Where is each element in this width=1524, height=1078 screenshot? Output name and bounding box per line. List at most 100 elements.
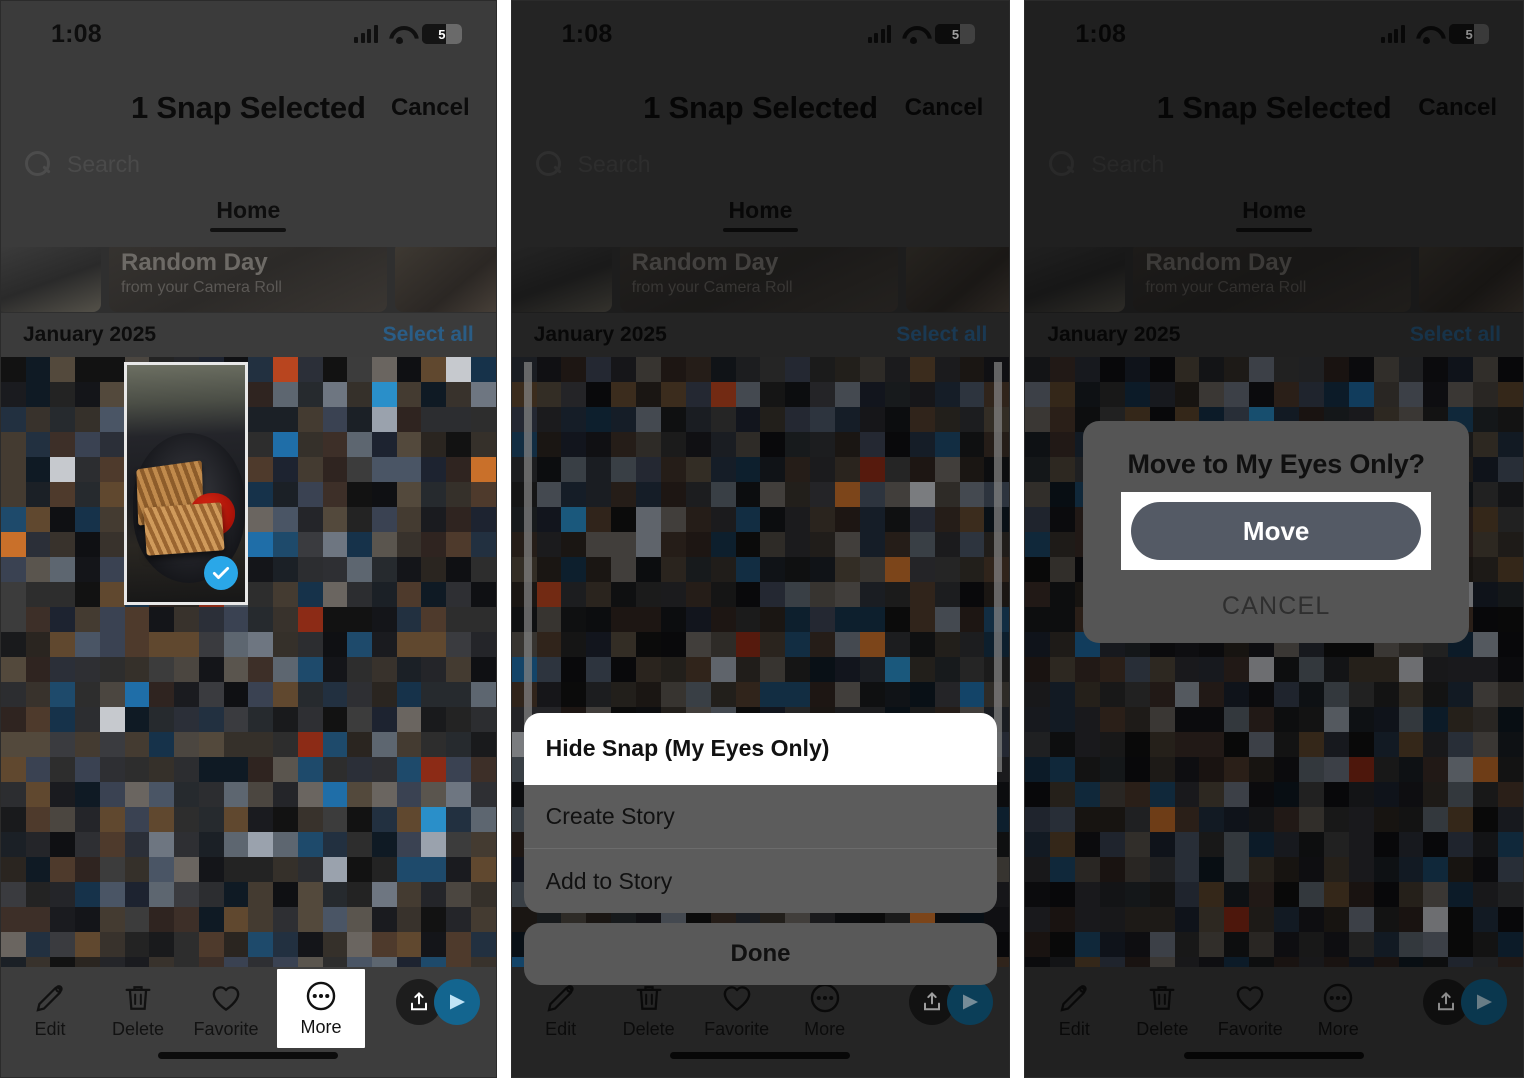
status-bar: 1:08 5 (1, 1, 496, 67)
story-card-random-day[interactable]: Random Day from your Camera Roll (109, 242, 387, 312)
tab-home[interactable]: Home (722, 195, 799, 232)
select-all-button[interactable]: Select all (383, 323, 474, 347)
edit-label: Edit (34, 1019, 66, 1039)
action-hide-snap[interactable]: Hide Snap (My Eyes Only) (523, 713, 998, 785)
cancel-button[interactable]: Cancel (905, 94, 984, 122)
tab-home[interactable]: Home (1236, 195, 1313, 232)
cellular-signal-icon (1381, 25, 1405, 43)
phone-screen-3: 1:08 5 1 Snap Selected Cancel Search Hom… (1025, 1, 1523, 1077)
dialog-cancel-button[interactable]: CANCEL (1083, 592, 1469, 621)
toast-slice-b (143, 502, 225, 556)
selection-edge-marker (523, 362, 532, 772)
search-icon (535, 151, 562, 177)
export-upload-icon (924, 992, 941, 1011)
story-card-left[interactable] (1, 242, 101, 312)
story-card-subtitle: from your Camera Roll (1145, 278, 1307, 296)
status-bar: 1:08 5 (511, 1, 1010, 67)
send-button[interactable] (433, 979, 480, 1025)
battery-level-text: 5 (438, 26, 446, 42)
tab-home-label: Home (728, 197, 793, 223)
action-create-story-label: Create Story (545, 803, 675, 829)
send-arrow-icon (449, 994, 465, 1010)
bottom-toolbar-3: Edit Delete Favorite More (1025, 967, 1523, 1077)
panel-divider-2 (1010, 0, 1025, 1078)
move-button-highlight: Move (1121, 492, 1431, 570)
story-card-right[interactable] (905, 242, 1010, 312)
story-card-left[interactable] (1025, 242, 1126, 312)
delete-label: Delete (622, 1019, 675, 1039)
more-button[interactable]: More (277, 969, 365, 1048)
ellipsis-circle-icon (810, 983, 839, 1013)
battery-icon: 5 (1448, 24, 1489, 44)
search-input[interactable]: Search (1091, 151, 1164, 178)
more-label: More (300, 1017, 342, 1037)
ellipsis-circle-icon (306, 981, 336, 1011)
trash-icon (636, 986, 662, 1010)
delete-button[interactable]: Delete (101, 975, 175, 1040)
send-arrow-icon (963, 994, 979, 1010)
screenshot-board: 1:08 5 1 Snap Selected Cancel Search Hom… (0, 0, 1524, 1078)
pencil-icon (1060, 985, 1087, 1012)
story-card-right[interactable] (395, 242, 496, 312)
cellular-signal-icon (354, 25, 378, 43)
wifi-icon (1415, 25, 1439, 44)
cellular-signal-icon (867, 25, 892, 43)
send-group (909, 979, 994, 1025)
cancel-button[interactable]: Cancel (1418, 94, 1497, 122)
battery-icon: 5 (935, 24, 976, 44)
search-bar[interactable]: Search (511, 133, 1010, 195)
cancel-button[interactable]: Cancel (391, 94, 470, 122)
more-label: More (804, 1019, 846, 1039)
action-add-to-story[interactable]: Add to Story (524, 849, 998, 913)
heart-icon (1236, 986, 1264, 1011)
tab-bar: Home (1025, 195, 1523, 247)
search-icon (25, 151, 51, 177)
wifi-icon (901, 25, 925, 44)
edit-button[interactable]: Edit (1037, 975, 1111, 1040)
edit-button[interactable]: Edit (13, 975, 87, 1040)
story-card-random-day[interactable]: Random Day from your Camera Roll (619, 242, 898, 312)
search-bar[interactable]: Search (1025, 133, 1523, 195)
search-input[interactable]: Search (578, 151, 651, 178)
tab-home-label: Home (1242, 197, 1307, 223)
story-card-random-day[interactable]: Random Day from your Camera Roll (1133, 242, 1412, 312)
heart-icon (212, 986, 240, 1011)
search-bar[interactable]: Search (1, 133, 496, 195)
story-card-right[interactable] (1419, 242, 1523, 312)
move-button[interactable]: Move (1131, 502, 1421, 560)
tab-active-underline (210, 228, 287, 232)
story-card-left[interactable] (511, 242, 612, 312)
tab-home[interactable]: Home (210, 195, 287, 232)
done-button[interactable]: Done (523, 923, 998, 985)
delete-label: Delete (1136, 1019, 1189, 1039)
move-confirmation-dialog: Move to My Eyes Only? Move CANCEL (1083, 421, 1469, 643)
story-strip[interactable]: Random Day from your Camera Roll (1025, 241, 1523, 313)
status-icons: 5 (1381, 24, 1489, 44)
home-indicator (670, 1052, 851, 1059)
send-button[interactable] (1460, 979, 1507, 1025)
delete-button[interactable]: Delete (1125, 975, 1199, 1040)
select-all-button[interactable]: Select all (896, 323, 987, 347)
select-all-button[interactable]: Select all (1410, 323, 1501, 347)
battery-level-text: 5 (951, 26, 959, 42)
story-card-title: Random Day (121, 249, 268, 276)
status-clock: 1:08 (51, 19, 102, 48)
status-icons: 5 (867, 24, 976, 44)
favorite-button[interactable]: Favorite (189, 975, 263, 1040)
panel-step-3: 1:08 5 1 Snap Selected Cancel Search Hom… (1024, 0, 1524, 1078)
phone-screen-1: 1:08 5 1 Snap Selected Cancel Search Hom… (1, 1, 496, 1077)
action-create-story[interactable]: Create Story (523, 785, 998, 849)
pencil-icon (36, 985, 63, 1012)
send-button[interactable] (947, 979, 994, 1025)
delete-label: Delete (111, 1019, 165, 1039)
status-clock: 1:08 (1075, 19, 1127, 48)
month-label: January 2025 (1047, 323, 1181, 346)
story-strip[interactable]: Random Day from your Camera Roll (1, 241, 496, 313)
more-button[interactable]: More (1301, 975, 1375, 1040)
more-label: More (1317, 1019, 1359, 1039)
selected-photo-thumbnail[interactable] (124, 362, 248, 605)
search-input[interactable]: Search (67, 151, 140, 178)
favorite-button[interactable]: Favorite (1213, 975, 1287, 1040)
story-strip[interactable]: Random Day from your Camera Roll (511, 241, 1010, 313)
search-icon (1049, 151, 1075, 177)
